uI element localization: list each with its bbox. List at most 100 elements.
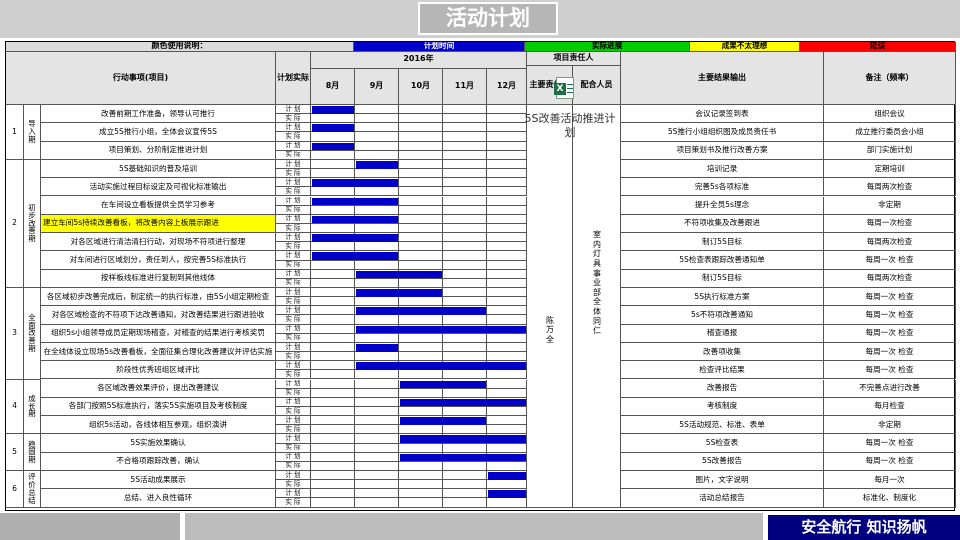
month-plan-cell	[355, 397, 399, 407]
phase-name: 评价总结	[24, 471, 41, 508]
excel-file-icon[interactable]: X	[554, 77, 574, 99]
plan-label: 计 划	[276, 233, 311, 243]
month-plan-cell	[443, 196, 487, 206]
month-actual-cell	[399, 278, 443, 288]
plan-bar	[312, 215, 398, 224]
month-plan-cell	[487, 233, 527, 243]
actual-label: 实 际	[276, 297, 311, 307]
plan-bar	[400, 435, 526, 444]
result-output: 5S改善报告	[621, 452, 824, 471]
month-actual-cell	[399, 443, 443, 453]
month-actual-cell	[443, 132, 487, 142]
month-actual-cell	[355, 352, 399, 362]
month-actual-cell	[355, 370, 399, 380]
task-item: 组织5s小组领导成员定期现场稽查，对稽查的结果进行考核奖罚	[41, 324, 276, 343]
month-actual-cell	[443, 297, 487, 307]
month-actual-cell	[443, 205, 487, 215]
month-plan-cell	[443, 159, 487, 170]
month-plan-cell	[487, 214, 527, 224]
month-actual-cell	[399, 406, 443, 417]
plan-label: 计 划	[276, 141, 311, 151]
phase-name: 初步改善期	[24, 159, 41, 288]
month-plan-cell	[311, 471, 355, 481]
plan-bar	[356, 307, 486, 315]
month-actual-cell	[355, 223, 399, 234]
embedded-file-name[interactable]: 5S改善活动推进计划	[522, 112, 618, 140]
month-plan-cell	[311, 452, 355, 462]
month-actual-cell	[311, 150, 355, 160]
actual-label: 实 际	[276, 169, 311, 179]
month-plan-cell	[399, 105, 443, 115]
month-actual-cell	[311, 333, 355, 343]
actual-label: 实 际	[276, 114, 311, 124]
month-plan-cell	[443, 123, 487, 133]
task-item: 建立车间5s持续改善看板，将改善内容上板展示跟进	[41, 214, 276, 234]
month-plan-cell	[443, 471, 487, 481]
plan-bar	[356, 289, 442, 297]
phase-number: 4	[6, 379, 24, 435]
header-month-10: 10月	[399, 68, 443, 105]
month-actual-cell	[399, 333, 443, 343]
month-actual-cell	[443, 150, 487, 160]
legend-item-0: 计划时间	[354, 42, 525, 52]
plan-label: 计 划	[276, 288, 311, 298]
month-plan-cell	[355, 471, 399, 481]
frequency-note: 每月检查	[824, 397, 956, 417]
month-actual-cell	[443, 425, 487, 435]
result-output: 完善5s各项标准	[621, 178, 824, 197]
month-actual-cell	[355, 315, 399, 325]
month-actual-cell	[355, 150, 399, 160]
month-actual-cell	[399, 242, 443, 252]
plan-label: 计 划	[276, 123, 311, 133]
month-plan-cell	[399, 471, 443, 481]
month-actual-cell	[443, 443, 487, 453]
phase-number: 5	[6, 434, 24, 471]
month-plan-cell	[311, 489, 355, 499]
plan-label: 计 划	[276, 434, 311, 444]
month-actual-cell	[443, 187, 487, 197]
header-item: 行动事项(项目)	[6, 51, 276, 105]
month-plan-cell	[443, 269, 487, 279]
phase-number: 6	[6, 471, 24, 508]
legend-item-2: 成果不太理想	[690, 42, 800, 52]
frequency-note: 标准化、制度化	[824, 489, 956, 508]
result-output: 制订5S目标	[621, 269, 824, 288]
month-actual-cell	[355, 461, 399, 471]
legend-label: 颜色使用说明：	[6, 42, 354, 52]
month-actual-cell	[311, 315, 355, 325]
month-actual-cell	[399, 461, 443, 471]
frequency-note: 每周一次 检查	[824, 361, 956, 380]
month-actual-cell	[355, 425, 399, 435]
actual-label: 实 际	[276, 498, 311, 508]
month-actual-cell	[311, 205, 355, 215]
plan-bar	[356, 270, 442, 279]
plan-bar	[312, 124, 354, 132]
month-plan-cell	[311, 269, 355, 279]
month-actual-cell	[311, 443, 355, 453]
task-item: 5S活动成果展示	[41, 471, 276, 490]
header-plan-actual: 计划实际	[276, 51, 311, 105]
task-item: 对各区域检查的不符项下达改善通知，对改善结果进行跟进验收	[41, 306, 276, 325]
month-plan-cell	[487, 379, 527, 389]
footer-left-bar	[0, 513, 180, 540]
month-actual-cell	[311, 352, 355, 362]
plan-label: 计 划	[276, 397, 311, 407]
header-month-8: 8月	[311, 68, 355, 105]
month-plan-cell	[487, 342, 527, 353]
result-output: 稽查通报	[621, 324, 824, 343]
month-actual-cell	[443, 333, 487, 343]
month-actual-cell	[355, 114, 399, 124]
plan-bar	[312, 179, 398, 187]
header-month-9: 9月	[355, 68, 399, 105]
activity-plan-table: 颜色使用说明： 计划时间 实际进展 成果不太理想 延误 行动事项(项目) 计划实际 2016年…	[5, 41, 956, 511]
month-plan-cell	[311, 324, 355, 334]
task-item: 组织5s活动，各线体相互参观，组织演讲	[41, 416, 276, 435]
month-actual-cell	[487, 315, 527, 325]
frequency-note: 每周一次 检查	[824, 251, 956, 270]
plan-label: 计 划	[276, 342, 311, 353]
plan-label: 计 划	[276, 196, 311, 206]
actual-label: 实 际	[276, 260, 311, 270]
month-actual-cell	[355, 498, 399, 508]
plan-label: 计 划	[276, 379, 311, 389]
month-actual-cell	[487, 260, 527, 270]
